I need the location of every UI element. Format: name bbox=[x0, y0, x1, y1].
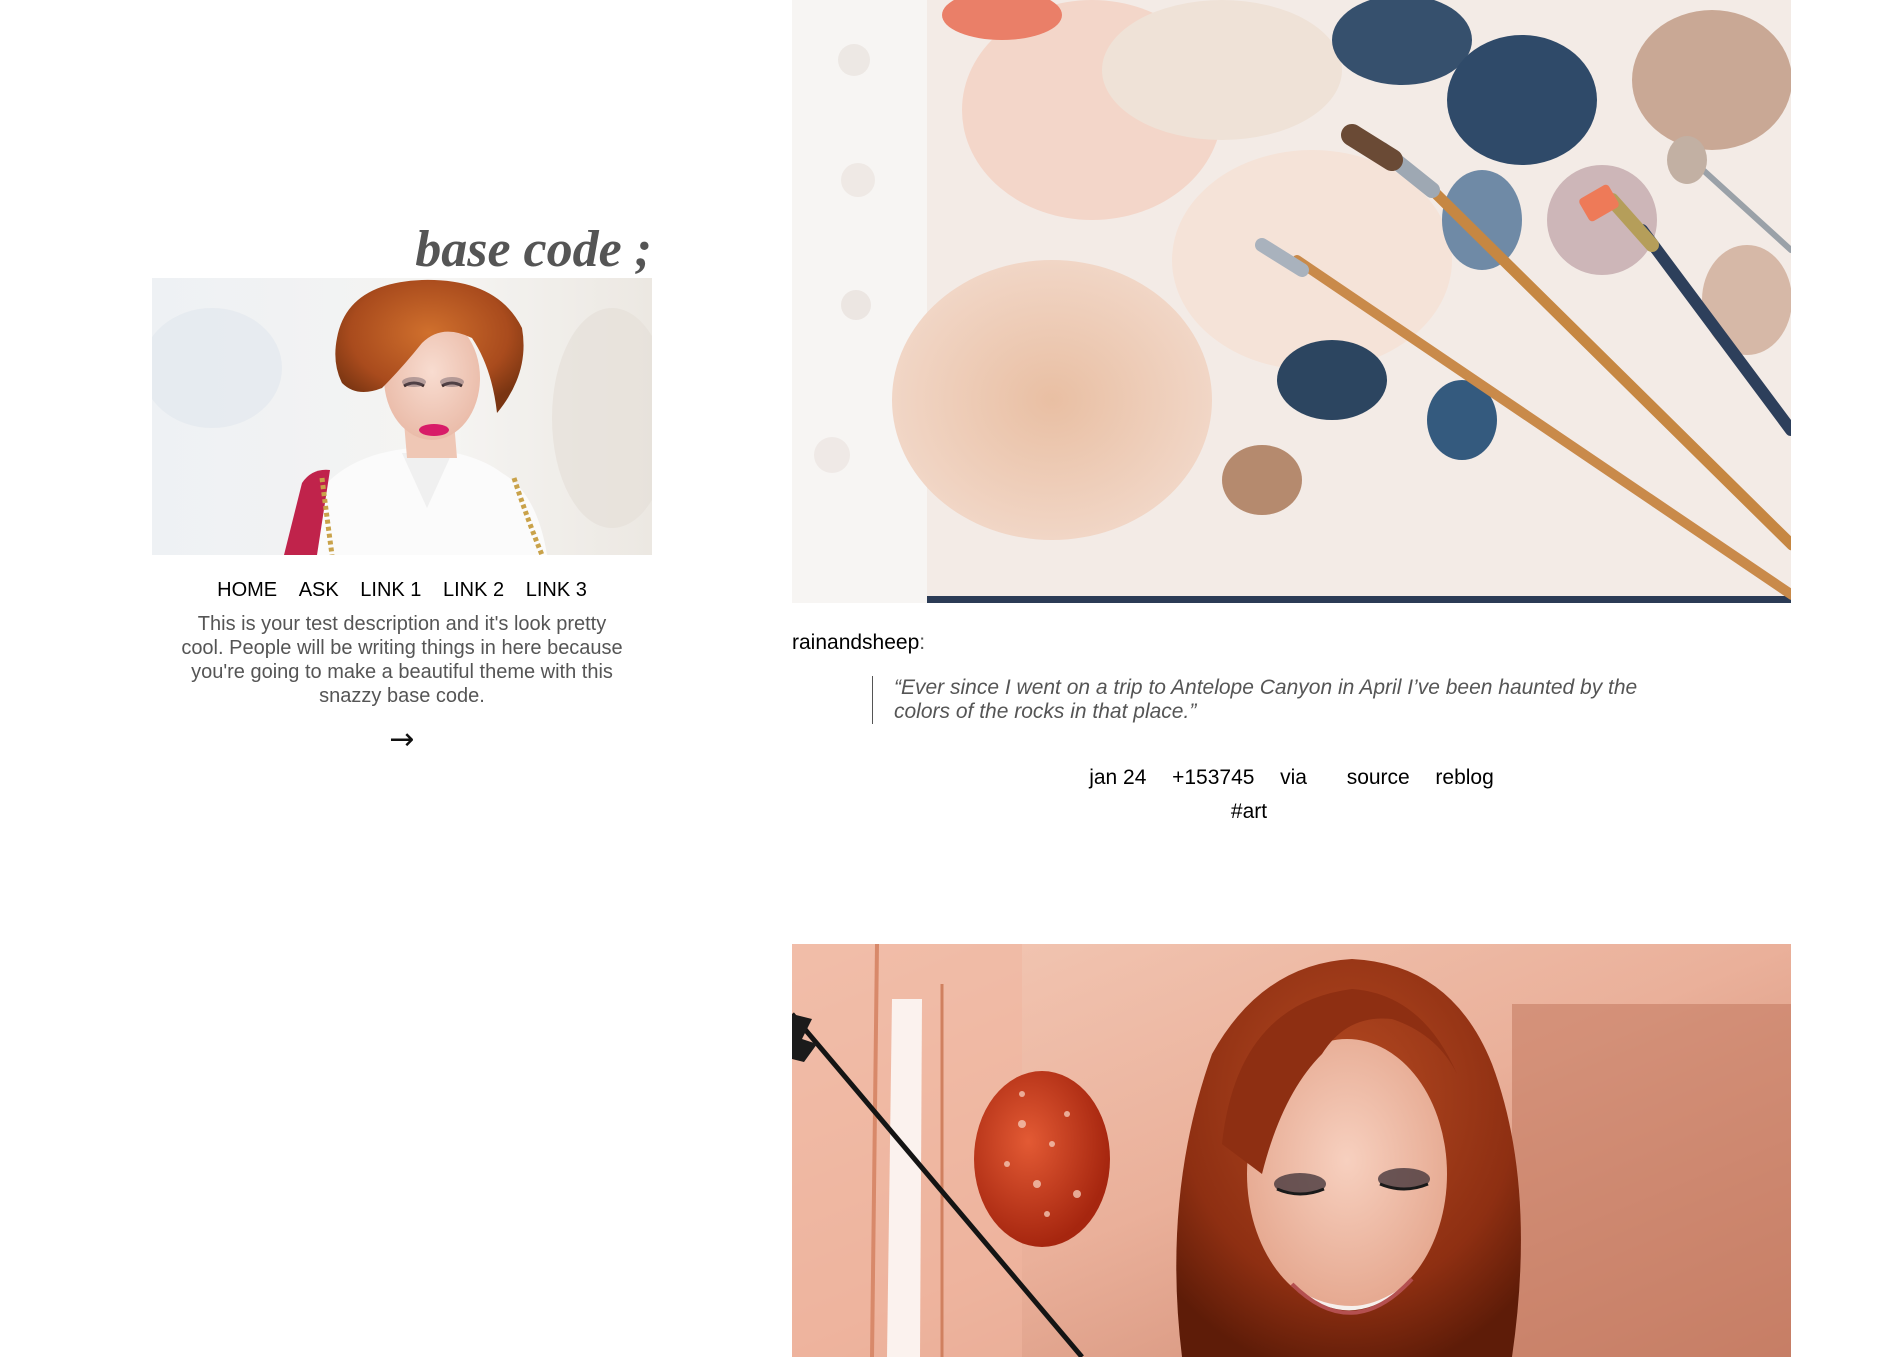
post-photo-palette[interactable] bbox=[792, 0, 1791, 603]
post-meta: jan 24 +153745 via source reblog bbox=[792, 765, 1791, 791]
page: base code ; HOME ASK LINK 1 LINK 2 LINK … bbox=[0, 0, 1900, 1357]
post-tag[interactable]: #art bbox=[1231, 800, 1267, 823]
post-source-link[interactable]: source bbox=[1347, 766, 1410, 789]
sidebar-nav: HOME ASK LINK 1 LINK 2 LINK 3 bbox=[152, 578, 652, 602]
post-reblog-link[interactable]: reblog bbox=[1435, 766, 1493, 789]
post-reblogger: rainandsheep: bbox=[792, 630, 925, 656]
nav-link-1[interactable]: LINK 1 bbox=[360, 579, 421, 601]
nav-link-ask[interactable]: ASK bbox=[299, 579, 339, 601]
sidebar-header-photo bbox=[152, 278, 652, 555]
reblogger-colon: : bbox=[919, 631, 926, 654]
right-arrow-icon[interactable]: → bbox=[152, 722, 652, 758]
post-notes-count[interactable]: +153745 bbox=[1172, 766, 1254, 789]
post-tags: #art bbox=[792, 799, 1706, 825]
nav-link-2[interactable]: LINK 2 bbox=[443, 579, 504, 601]
nav-link-3[interactable]: LINK 3 bbox=[526, 579, 587, 601]
reblogger-link[interactable]: rainandsheep bbox=[792, 631, 919, 654]
nav-link-home[interactable]: HOME bbox=[217, 579, 277, 601]
blog-title[interactable]: base code ; bbox=[415, 222, 652, 278]
blog-description: This is your test description and it's l… bbox=[181, 613, 623, 707]
post-quote: “Ever since I went on a trip to Antelope… bbox=[872, 676, 1664, 724]
post-via-link[interactable]: via bbox=[1280, 766, 1307, 789]
post-date[interactable]: jan 24 bbox=[1089, 766, 1146, 789]
post-photo-portrait[interactable] bbox=[792, 944, 1791, 1357]
